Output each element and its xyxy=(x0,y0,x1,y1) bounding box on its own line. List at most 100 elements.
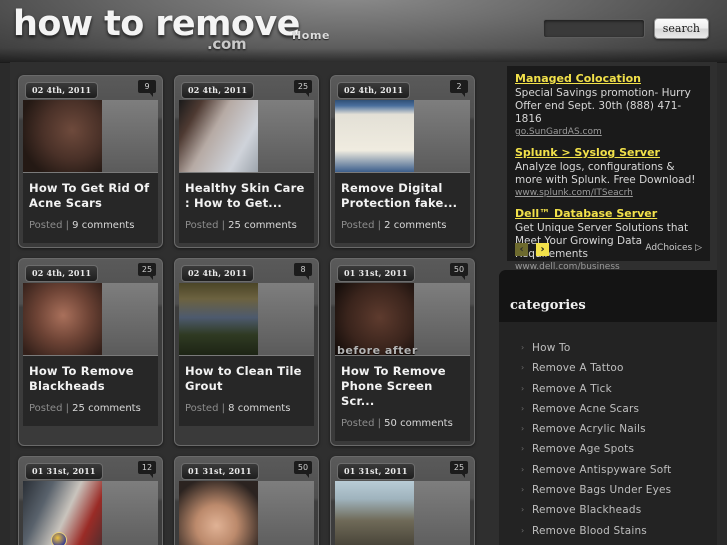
chevron-right-icon: › xyxy=(521,541,524,545)
article-thumbnail[interactable] xyxy=(179,481,314,545)
category-item[interactable]: › Remove Blackheads xyxy=(499,500,717,520)
category-item[interactable]: › Remove A Tick xyxy=(499,379,717,399)
article-card[interactable]: 01 31st, 2011 50 before after How To Remove… xyxy=(330,258,475,446)
comment-count-label[interactable]: 2 comments xyxy=(384,220,446,231)
article-title[interactable]: Remove Digital Protection fake... xyxy=(341,181,464,211)
article-meta: Posted | 50 comments xyxy=(341,418,464,429)
right-sidebar: Managed Colocation Special Savings promo… xyxy=(499,62,717,545)
chevron-right-icon: › xyxy=(521,424,525,434)
comment-count-bubble[interactable]: 9 xyxy=(138,80,156,97)
category-item[interactable]: › Remove Acne Scars xyxy=(499,399,717,419)
watermark-badge-icon xyxy=(51,532,67,545)
thumbnail-filler xyxy=(102,283,158,355)
comment-count-label[interactable]: 9 comments xyxy=(72,220,134,231)
search-input[interactable] xyxy=(542,19,645,38)
category-item[interactable]: › Remove Bags Under Eyes xyxy=(499,480,717,500)
article-card[interactable]: 01 31st, 201112Tips.Net| Removing OilPos… xyxy=(18,456,163,545)
article-date-badge: 02 4th, 2011 xyxy=(181,82,255,99)
article-card-header: 02 4th, 2011 9 xyxy=(23,80,158,100)
comment-count-bubble[interactable]: 12 xyxy=(138,461,156,478)
categories-panel: categories › How To › Remove A Tattoo › Remov… xyxy=(499,270,717,545)
comment-count-bubble[interactable]: 2 xyxy=(450,80,468,97)
ad-footer: ‹ › AdChoices ▷ xyxy=(515,243,702,257)
thumbnail-filler xyxy=(414,100,470,172)
chevron-right-icon: › xyxy=(521,464,525,474)
comment-count-bubble[interactable]: 25 xyxy=(294,80,312,97)
article-card-header: 01 31st, 2011 12 xyxy=(23,461,158,481)
search-form: search xyxy=(542,18,709,39)
article-row: 02 4th, 2011 9 How To Get Rid Of Acne Scar… xyxy=(18,75,490,248)
article-thumbnail[interactable] xyxy=(23,100,158,172)
article-card[interactable]: 02 4th, 2011 25 Healthy Skin Care : How to… xyxy=(174,75,319,248)
category-item[interactable]: › Remove A Tattoo xyxy=(499,358,717,378)
category-item[interactable]: › How To xyxy=(499,338,717,358)
article-card[interactable]: 01 31st, 201125Popcorn CeilingPosted | 2… xyxy=(330,456,475,545)
article-thumbnail[interactable] xyxy=(335,481,470,545)
article-card-header: 01 31st, 2011 50 xyxy=(179,461,314,481)
category-item[interactable]: ›Remove Corns xyxy=(499,541,717,545)
category-label: Remove Acrylic Nails xyxy=(532,423,646,436)
site-header: how to remove .com Home search xyxy=(0,0,727,63)
ad-item: Managed Colocation Special Savings promo… xyxy=(515,72,702,137)
category-item[interactable]: › Remove Acrylic Nails xyxy=(499,419,717,439)
article-thumbnail[interactable] xyxy=(23,283,158,355)
category-item[interactable]: › Remove Antispyware Soft xyxy=(499,460,717,480)
article-card[interactable]: 02 4th, 2011 9 How To Get Rid Of Acne Scar… xyxy=(18,75,163,248)
article-card[interactable]: 02 4th, 2011 25 How To Remove Blackheads Po… xyxy=(18,258,163,446)
article-thumbnail[interactable] xyxy=(335,100,470,172)
category-item[interactable]: › Remove Age Spots xyxy=(499,439,717,459)
comment-count-label[interactable]: 25 comments xyxy=(228,220,297,231)
logo-text: how to remove xyxy=(13,4,300,44)
article-thumbnail[interactable] xyxy=(179,100,314,172)
chevron-right-icon: › xyxy=(521,525,525,535)
comment-count-bubble[interactable]: 8 xyxy=(294,263,312,280)
article-card[interactable]: 02 4th, 2011 2 Remove Digital Protection f… xyxy=(330,75,475,248)
thumbnail-filler xyxy=(414,481,470,545)
article-card[interactable]: 01 31st, 201150home wart removal -Posted… xyxy=(174,456,319,545)
search-button[interactable]: search xyxy=(653,18,709,39)
nav-item-home[interactable]: Home xyxy=(292,29,330,42)
ad-url-link[interactable]: go.SunGardAS.com xyxy=(515,127,702,137)
article-thumbnail[interactable] xyxy=(23,481,158,545)
adchoices-link[interactable]: AdChoices ▷ xyxy=(645,243,702,253)
article-meta: Posted | 9 comments xyxy=(29,220,152,231)
article-card-body: How To Remove Blackheads Posted | 25 comm… xyxy=(23,355,158,426)
ad-url-link[interactable]: www.splunk.com/ITSeacrh xyxy=(515,188,702,198)
article-thumbnail[interactable] xyxy=(179,283,314,355)
category-item[interactable]: › Remove Blood Stains xyxy=(499,521,717,541)
chevron-right-icon: › xyxy=(521,343,525,352)
comment-count-label[interactable]: 8 comments xyxy=(228,403,290,414)
article-thumbnail[interactable]: before after xyxy=(335,283,470,355)
main-nav: Home xyxy=(292,24,330,43)
ad-title-link[interactable]: Splunk > Syslog Server xyxy=(515,146,702,160)
category-label: Remove A Tick xyxy=(532,382,612,395)
category-label: Remove Bags Under Eyes xyxy=(532,484,672,497)
comment-count-label[interactable]: 50 comments xyxy=(384,418,453,429)
ad-prev-arrow-icon[interactable]: ‹ xyxy=(515,243,528,256)
comment-count-label[interactable]: 25 comments xyxy=(72,403,141,414)
site-logo[interactable]: how to remove .com xyxy=(13,4,300,56)
comment-count-bubble[interactable]: 25 xyxy=(450,461,468,478)
article-title[interactable]: How To Remove Phone Screen Scr... xyxy=(341,364,464,409)
ad-title-link[interactable]: Managed Colocation xyxy=(515,72,702,86)
ad-next-arrow-icon[interactable]: › xyxy=(536,243,550,256)
article-title[interactable]: How To Get Rid Of Acne Scars xyxy=(29,181,152,211)
ad-title-link[interactable]: Dell™ Database Server xyxy=(515,207,702,221)
article-title[interactable]: How to Clean Tile Grout xyxy=(185,364,308,394)
categories-header: categories xyxy=(499,270,717,322)
comment-count-bubble[interactable]: 50 xyxy=(294,461,312,478)
ad-description: Analyze logs, configurations & more with… xyxy=(515,161,696,186)
article-meta: Posted | 8 comments xyxy=(185,403,308,414)
comment-count-bubble[interactable]: 50 xyxy=(450,263,468,280)
article-title[interactable]: How To Remove Blackheads xyxy=(29,364,152,394)
article-card-body: Healthy Skin Care : How to Get... Posted … xyxy=(179,172,314,243)
comment-count-bubble[interactable]: 25 xyxy=(138,263,156,280)
article-title[interactable]: Healthy Skin Care : How to Get... xyxy=(185,181,308,211)
chevron-right-icon: › xyxy=(521,485,525,495)
thumbnail-image xyxy=(335,481,424,545)
article-date-badge: 01 31st, 2011 xyxy=(337,265,415,282)
article-card[interactable]: 02 4th, 2011 8 How to Clean Tile Grout Post… xyxy=(174,258,319,446)
categories-list: › How To › Remove A Tattoo › Remove A Tick › Re… xyxy=(499,322,717,545)
article-card-header: 02 4th, 2011 8 xyxy=(179,263,314,283)
thumbnail-filler xyxy=(258,481,314,545)
